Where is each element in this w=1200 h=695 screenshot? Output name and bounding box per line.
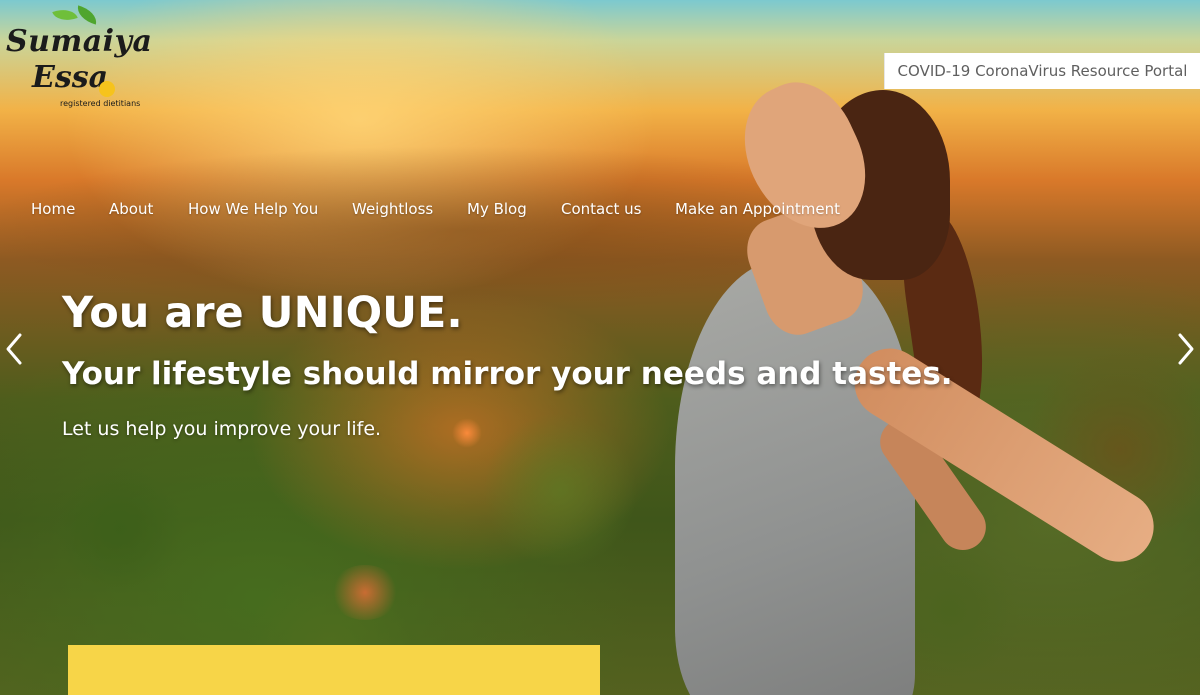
hero-background-image [0, 0, 1200, 695]
brand-logo[interactable]: Sumaiya Essa registered dietitians [4, 4, 152, 111]
hero-headline: You are UNIQUE. [62, 288, 463, 338]
chevron-right-icon [1178, 333, 1194, 365]
lemon-icon [99, 81, 115, 97]
slider-prev-button[interactable] [2, 330, 26, 368]
nav-item-weightloss[interactable]: Weightloss [352, 200, 433, 218]
logo-name-line2: Essa [32, 60, 109, 95]
lens-flare [330, 565, 400, 620]
logo-tagline: registered dietitians [60, 99, 141, 108]
covid-resource-portal-link[interactable]: COVID-19 CoronaVirus Resource Portal [884, 53, 1200, 89]
nav-item-home[interactable]: Home [31, 200, 75, 218]
slider-next-button[interactable] [1174, 330, 1198, 368]
leaf-icon [74, 5, 100, 25]
chevron-left-icon [6, 333, 22, 365]
lens-flare [452, 418, 482, 448]
nav-item-about[interactable]: About [109, 200, 153, 218]
yellow-callout-box [68, 645, 600, 695]
leaf-icon [52, 4, 78, 26]
hero-subheadline: Your lifestyle should mirror your needs … [62, 356, 953, 392]
nav-item-my-blog[interactable]: My Blog [467, 200, 527, 218]
logo-name-line1: Sumaiya [6, 24, 153, 59]
nav-item-make-an-appointment[interactable]: Make an Appointment [675, 200, 840, 218]
nav-item-contact-us[interactable]: Contact us [561, 200, 641, 218]
hero-tagline: Let us help you improve your life. [62, 418, 382, 440]
nav-item-how-we-help-you[interactable]: How We Help You [188, 200, 318, 218]
